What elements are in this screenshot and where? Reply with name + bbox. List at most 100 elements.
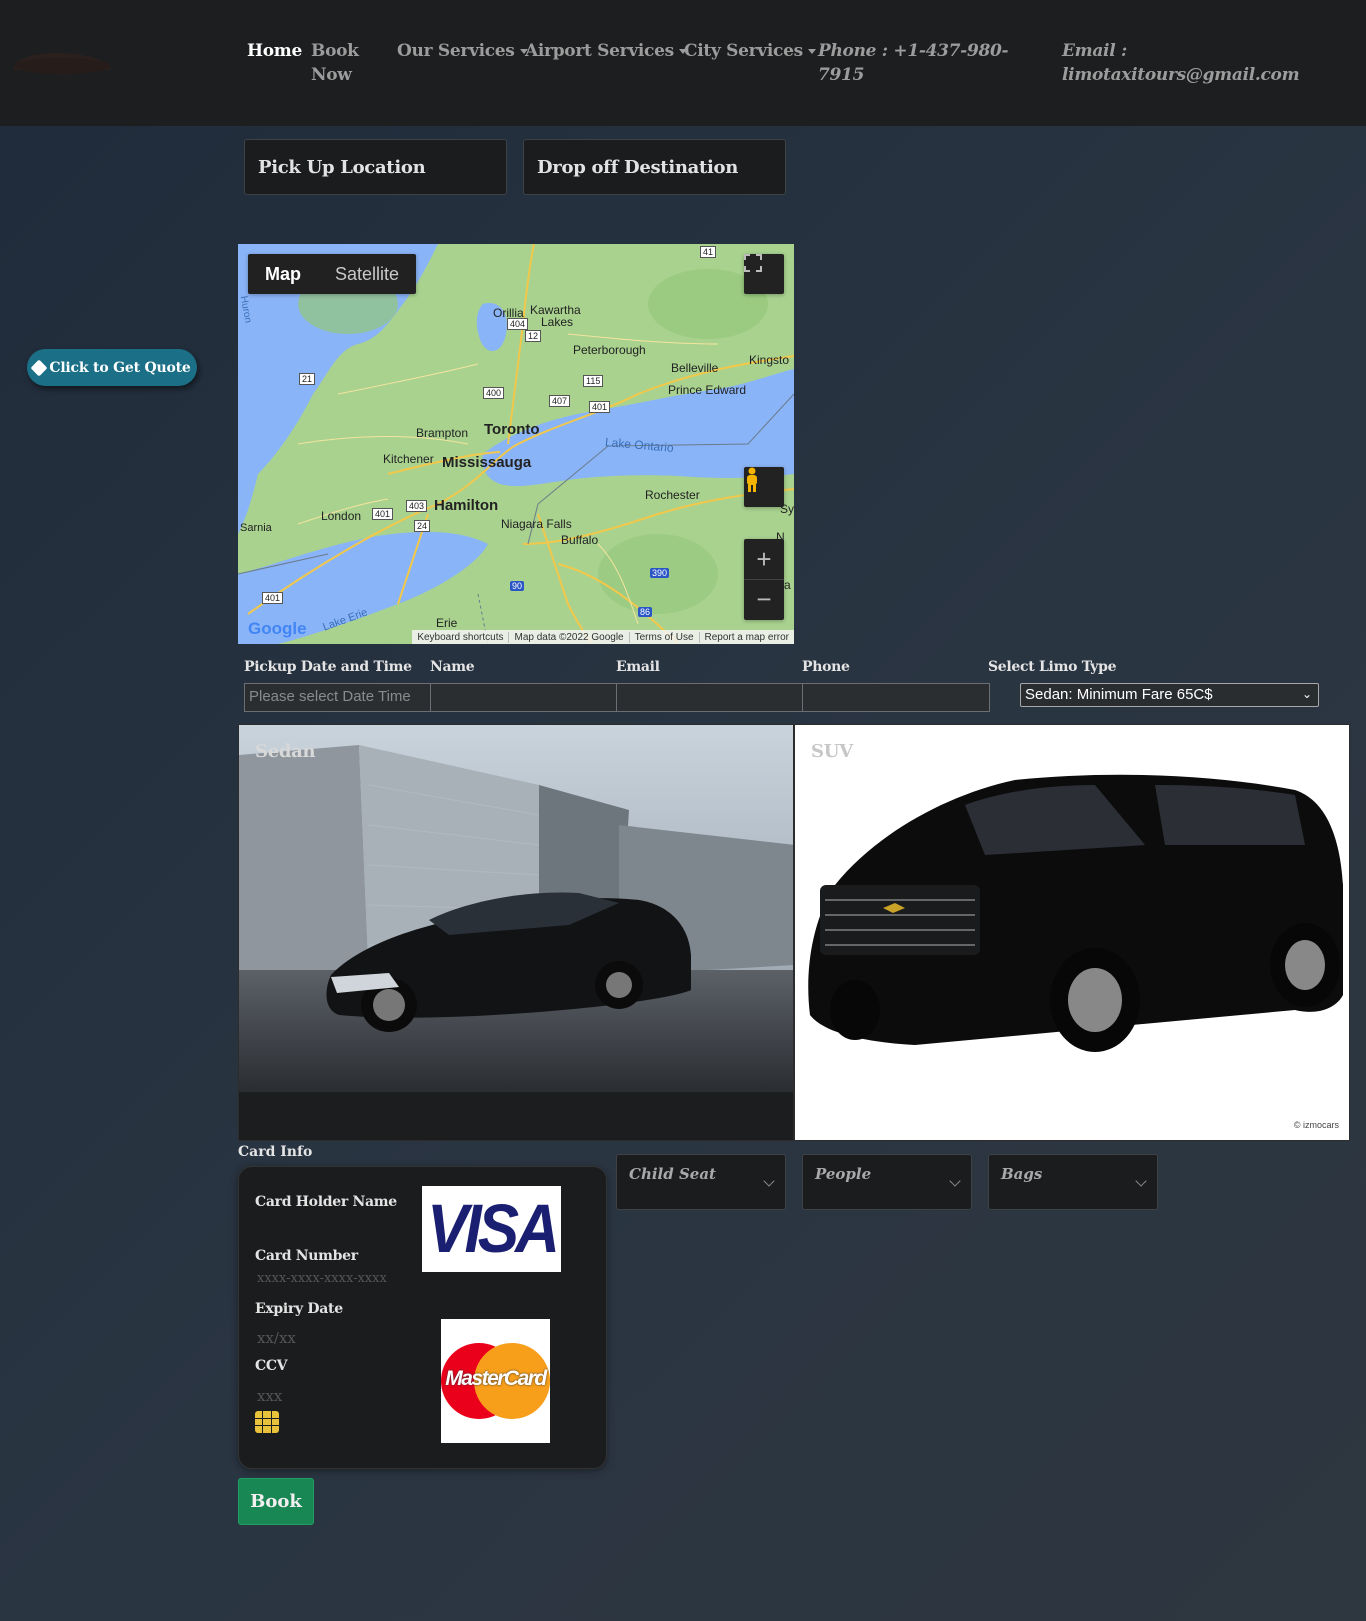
nav-airport-services[interactable]: Airport Services <box>525 39 687 63</box>
sedan-label: Sedan <box>255 741 316 762</box>
zoom-in-icon[interactable]: + <box>744 540 784 580</box>
zoom-out-icon[interactable]: − <box>744 580 784 620</box>
nav-city-services-label: City Services <box>684 41 803 61</box>
vehicle-option-suv[interactable]: SUV © izmocars <box>794 724 1350 1141</box>
dropoff-destination-input[interactable]: Drop off Destination <box>523 139 786 195</box>
highway-shield: 86 <box>638 607 653 617</box>
pickup-location-placeholder: Pick Up Location <box>258 157 426 178</box>
suv-image <box>795 725 1349 1140</box>
card-number-label: Card Number <box>255 1248 358 1264</box>
nav-book-label-1: Book <box>311 41 359 61</box>
map-label-prince-edward: Prince Edward <box>668 383 747 397</box>
fullscreen-icon <box>744 254 762 272</box>
fullscreen-button[interactable] <box>744 254 784 294</box>
route-map[interactable]: Orillia Kawartha Lakes Peterborough Bell… <box>238 244 794 644</box>
child-seat-select[interactable]: Child Seat <box>616 1154 786 1210</box>
nav-airport-services-label: Airport Services <box>525 41 674 61</box>
people-select[interactable]: People <box>802 1154 972 1210</box>
nav-email[interactable]: Email : limotaxitours@gmail.com <box>1062 39 1300 87</box>
ccv-input[interactable]: xxx <box>257 1387 282 1405</box>
highway-shield: 12 <box>525 330 542 342</box>
highway-shield: 390 <box>650 568 670 578</box>
phone-input[interactable] <box>802 683 990 712</box>
nav-our-services[interactable]: Our Services <box>397 39 528 63</box>
visa-logo: VISA <box>422 1186 561 1272</box>
sedan-image <box>239 725 793 1140</box>
map-label-kingston: Kingsto <box>749 353 790 367</box>
dropoff-destination-placeholder: Drop off Destination <box>537 157 739 178</box>
map-label-peterborough: Peterborough <box>573 343 646 357</box>
child-seat-label: Child Seat <box>629 1165 716 1183</box>
nav-book-label-2: Now <box>311 65 352 85</box>
nav-email-line-2: limotaxitours@gmail.com <box>1062 65 1300 85</box>
nav-book-now[interactable]: Book Now <box>311 39 359 87</box>
mastercard-logo: MasterCard <box>441 1319 550 1443</box>
email-input[interactable] <box>616 683 803 712</box>
highway-shield: 401 <box>372 508 394 520</box>
highway-shield: 90 <box>510 581 525 591</box>
limo-type-value: Sedan: Minimum Fare 65C$ <box>1025 686 1213 703</box>
map-label-london: London <box>321 509 362 523</box>
highway-shield: 401 <box>589 401 611 413</box>
map-label-rochester: Rochester <box>645 488 700 502</box>
phone-label: Phone <box>802 659 850 675</box>
vehicle-option-sedan[interactable]: Sedan <box>238 724 794 1141</box>
zoom-control: + − <box>744 539 784 620</box>
highway-shield: 21 <box>299 373 316 385</box>
nav-home-label: Home <box>247 41 303 61</box>
highway-shield: 115 <box>583 375 604 387</box>
card-info-panel: Card Holder Name Card Number xxxx-xxxx-x… <box>238 1166 607 1469</box>
map-label-kitchener: Kitchener <box>383 452 434 466</box>
expiry-date-label: Expiry Date <box>255 1301 343 1317</box>
chevron-down-icon <box>763 1175 775 1187</box>
book-button[interactable]: Book <box>238 1478 314 1525</box>
map-label-brampton: Brampton <box>416 426 469 440</box>
highway-shield: 41 <box>700 246 717 258</box>
google-logo: Google <box>248 619 307 639</box>
nav-phone[interactable]: Phone : +1-437-980- 7915 <box>818 39 1009 87</box>
datetime-input[interactable]: Please select Date Time <box>244 683 431 712</box>
limo-logo-icon[interactable] <box>10 44 114 78</box>
nav-home[interactable]: Home <box>247 39 302 63</box>
map-tab[interactable]: Map <box>248 254 318 294</box>
bags-label: Bags <box>1001 1165 1043 1183</box>
map-label-erie: Erie <box>436 616 458 630</box>
limo-type-select[interactable]: Sedan: Minimum Fare 65C$ ⌄ <box>1020 683 1319 707</box>
chevron-down-icon <box>1135 1175 1147 1187</box>
highway-shield: 407 <box>549 395 571 407</box>
satellite-tab[interactable]: Satellite <box>318 254 416 294</box>
google-logo-text: Google <box>248 619 307 638</box>
terms-link[interactable]: Terms of Use <box>628 631 699 643</box>
map-label-lakes: Lakes <box>541 315 574 329</box>
visa-logo-text: VISA <box>427 1191 560 1267</box>
name-label: Name <box>430 659 475 675</box>
highway-shield: 400 <box>483 387 505 399</box>
ccv-label: CCV <box>255 1358 288 1374</box>
report-error-link[interactable]: Report a map error <box>698 631 794 643</box>
get-quote-button[interactable]: Click to Get Quote <box>27 349 197 386</box>
pickup-location-input[interactable]: Pick Up Location <box>244 139 507 195</box>
name-input[interactable] <box>430 683 617 712</box>
people-label: People <box>815 1165 872 1183</box>
highway-shield: 403 <box>406 500 428 512</box>
map-label-a: a <box>784 578 791 592</box>
izmocars-watermark: © izmocars <box>1293 1120 1339 1130</box>
map-label-belleville: Belleville <box>671 361 719 375</box>
street-view-pegman[interactable] <box>744 467 784 507</box>
card-number-input[interactable]: xxxx-xxxx-xxxx-xxxx <box>257 1271 387 1286</box>
email-label: Email <box>616 659 660 675</box>
map-label-hamilton: Hamilton <box>434 497 499 514</box>
directions-icon <box>30 359 48 376</box>
nav-email-line-1: Email : <box>1062 41 1127 61</box>
card-holder-input[interactable] <box>255 1217 425 1237</box>
expiry-date-input[interactable]: xx/xx <box>257 1329 296 1347</box>
suv-label: SUV <box>811 741 853 762</box>
pegman-icon <box>747 467 757 492</box>
bags-select[interactable]: Bags <box>988 1154 1158 1210</box>
chevron-down-icon <box>949 1175 961 1187</box>
keyboard-shortcuts-link[interactable]: Keyboard shortcuts <box>412 632 508 643</box>
nav-city-services[interactable]: City Services <box>684 39 816 63</box>
book-button-label: Book <box>250 1491 302 1512</box>
map-label-niagara: Niagara Falls <box>501 517 572 531</box>
map-data-text: Map data ©2022 Google <box>508 631 628 643</box>
